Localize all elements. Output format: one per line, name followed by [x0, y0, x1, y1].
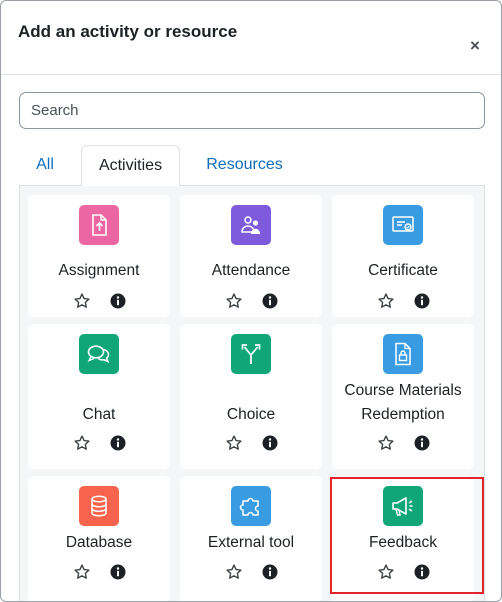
info-icon[interactable]: [414, 564, 430, 580]
activity-card-assignment[interactable]: Assignment: [28, 195, 170, 317]
activity-card-course-materials-redemption[interactable]: Course Materials Redemption: [332, 324, 474, 469]
activity-name: External tool: [207, 534, 295, 551]
assignment-icon: [79, 205, 119, 245]
star-icon[interactable]: [73, 434, 91, 452]
activity-card-feedback[interactable]: Feedback: [332, 476, 474, 601]
star-icon[interactable]: [73, 292, 91, 310]
info-icon[interactable]: [262, 293, 278, 309]
activity-card-external-tool[interactable]: External tool: [180, 476, 322, 601]
star-icon[interactable]: [225, 563, 243, 581]
database-icon: [79, 486, 119, 526]
close-button[interactable]: ×: [466, 37, 484, 55]
activity-name: Certificate: [368, 262, 438, 279]
info-icon[interactable]: [110, 435, 126, 451]
activity-name: Attendance: [211, 262, 291, 279]
activity-card-chat[interactable]: Chat: [28, 324, 170, 469]
activity-card-database[interactable]: Database: [28, 476, 170, 601]
star-icon[interactable]: [377, 292, 395, 310]
activity-card-certificate[interactable]: Certificate: [332, 195, 474, 317]
modal-title: Add an activity or resource: [18, 22, 238, 41]
feedback-icon: [383, 486, 423, 526]
activity-name: Chat: [82, 406, 116, 423]
activity-name: Assignment: [58, 262, 140, 279]
info-icon[interactable]: [110, 564, 126, 580]
chat-icon: [79, 334, 119, 374]
activity-chooser-modal: Add an activity or resource × All Activi…: [0, 0, 502, 602]
activity-card-choice[interactable]: Choice: [180, 324, 322, 469]
activity-card-attendance[interactable]: Attendance: [180, 195, 322, 317]
info-icon[interactable]: [414, 435, 430, 451]
modal-header: Add an activity or resource ×: [1, 1, 501, 75]
info-icon[interactable]: [262, 435, 278, 451]
info-icon[interactable]: [110, 293, 126, 309]
certificate-icon: [383, 205, 423, 245]
tab-activities[interactable]: Activities: [81, 145, 180, 187]
course-materials-icon: [383, 334, 423, 374]
activity-name: Course Materials Redemption: [344, 382, 462, 423]
star-icon[interactable]: [377, 563, 395, 581]
activity-name: Feedback: [368, 534, 438, 551]
info-icon[interactable]: [414, 293, 430, 309]
tab-resources[interactable]: Resources: [197, 145, 292, 186]
info-icon[interactable]: [262, 564, 278, 580]
star-icon[interactable]: [225, 292, 243, 310]
star-icon[interactable]: [73, 563, 91, 581]
star-icon[interactable]: [377, 434, 395, 452]
activity-name: Choice: [226, 406, 276, 423]
activity-grid: Assignment Attendance Certificate Chat C…: [19, 186, 485, 601]
external-tool-icon: [231, 486, 271, 526]
tab-all[interactable]: All: [28, 145, 62, 186]
choice-icon: [231, 334, 271, 374]
star-icon[interactable]: [225, 434, 243, 452]
search-input[interactable]: [19, 92, 485, 129]
activity-name: Database: [65, 534, 133, 551]
tab-bar: All Activities Resources: [19, 145, 485, 187]
attendance-icon: [231, 205, 271, 245]
